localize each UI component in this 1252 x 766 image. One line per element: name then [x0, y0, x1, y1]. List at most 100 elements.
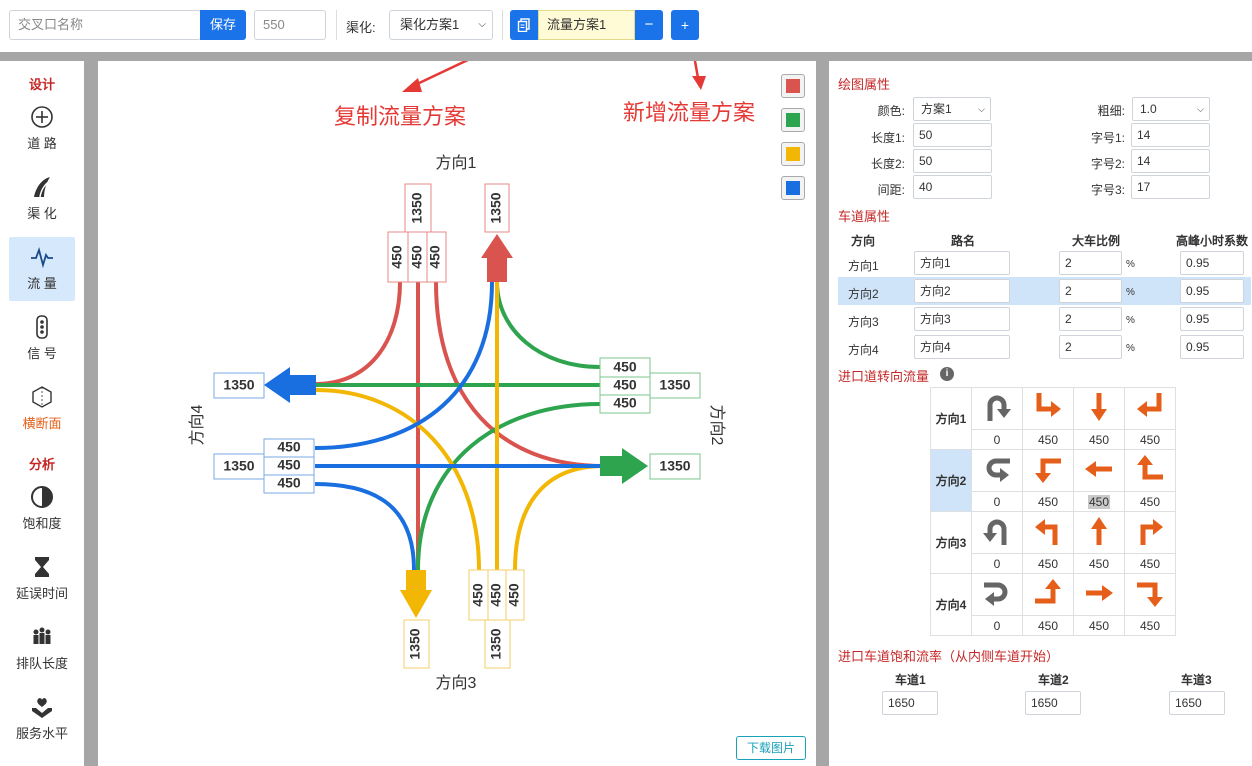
turn-value[interactable]: 450	[1124, 615, 1176, 636]
annotation-arrowhead-copy	[402, 78, 422, 92]
flow-plan-input[interactable]: 流量方案1	[538, 10, 635, 40]
font1-input[interactable]: 14	[1131, 123, 1210, 147]
sidebar-item-cross-section[interactable]: 横断面	[9, 377, 75, 441]
turn-value[interactable]: 450	[1073, 615, 1125, 636]
peak-factor-input[interactable]: 0.95	[1180, 279, 1244, 303]
turn-left-up-icon	[1035, 519, 1058, 545]
dir1-lane-value: 450	[409, 245, 425, 269]
turn-icon-cell	[1073, 573, 1125, 616]
sidebar-item-label: 渠 化	[27, 206, 57, 221]
peak-factor-input[interactable]: 0.95	[1180, 307, 1244, 331]
add-flow-button[interactable]: +	[671, 10, 699, 40]
turn-value[interactable]: 0	[971, 553, 1023, 574]
color-blue-swatch[interactable]	[781, 176, 805, 200]
dir2-entry-total: 1350	[659, 377, 690, 393]
turn-value[interactable]: 450	[1073, 429, 1125, 450]
font1-label: 字号1:	[1090, 131, 1125, 145]
dir2-lane-value: 450	[613, 395, 637, 411]
flow-curve-dir2-right	[495, 281, 601, 369]
intersection-canvas[interactable]: 1350 450 450 450 1350 450 450 450 1350 1…	[98, 61, 816, 766]
color-green-swatch[interactable]	[781, 108, 805, 132]
road-name-input[interactable]: 方向1	[914, 251, 1010, 275]
u-turn-icon	[984, 582, 1008, 606]
lane2-saturation-input[interactable]: 1650	[1025, 691, 1081, 715]
turn-value[interactable]: 450	[1124, 553, 1176, 574]
sidebar-item-road[interactable]: 道 路	[9, 97, 75, 161]
turn-value[interactable]: 450	[1124, 491, 1176, 512]
peak-factor-input[interactable]: 0.95	[1180, 335, 1244, 359]
color-yellow-swatch[interactable]	[781, 142, 805, 166]
direction-label-3: 方向3	[436, 674, 477, 692]
road-name-input[interactable]: 方向3	[914, 307, 1010, 331]
number-input[interactable]: 550	[254, 10, 326, 40]
sidebar-item-label: 道 路	[27, 136, 57, 151]
turn-right-up-icon	[1140, 519, 1163, 545]
spacing-input[interactable]: 40	[913, 175, 992, 199]
truck-ratio-input[interactable]: 2	[1059, 335, 1122, 359]
turn-value[interactable]: 0	[971, 615, 1023, 636]
truck-ratio-input[interactable]: 2	[1059, 279, 1122, 303]
length1-input[interactable]: 50	[913, 123, 992, 147]
flow-pulse-icon	[31, 247, 53, 269]
length2-label: 长度2:	[870, 157, 905, 171]
exit-arrow-dir3	[400, 570, 432, 618]
thickness-label: 粗细:	[1097, 104, 1125, 118]
intersection-name-input[interactable]: 交叉口名称	[9, 10, 201, 40]
intersection-diagram[interactable]: 1350 450 450 450 1350 450 450 450 1350 1…	[98, 61, 816, 766]
sidebar-item-signal[interactable]: 信 号	[9, 307, 75, 371]
sidebar-item-service-level[interactable]: 服务水平	[9, 687, 75, 751]
lane3-saturation-input[interactable]: 1650	[1169, 691, 1225, 715]
color-select[interactable]: 方案1 ⌵	[913, 97, 991, 121]
turn-icon-cell	[1022, 573, 1074, 616]
turn-value[interactable]: 450	[1124, 429, 1176, 450]
sidebar-item-delay[interactable]: 延误时间	[9, 547, 75, 611]
traffic-light-icon	[36, 315, 48, 339]
truck-ratio-input[interactable]: 2	[1059, 307, 1122, 331]
percent-sign: %	[1126, 259, 1135, 270]
truck-ratio-input[interactable]: 2	[1059, 251, 1122, 275]
turn-value[interactable]: 450	[1022, 491, 1074, 512]
header-direction: 方向	[851, 234, 876, 248]
lane-row: 方向1 方向1 2 % 0.95	[838, 249, 1251, 277]
sidebar-item-queue[interactable]: 排队长度	[9, 617, 75, 681]
copy-flow-button[interactable]	[510, 10, 538, 40]
turn-value[interactable]: 450	[1022, 429, 1074, 450]
annotation-arrowhead-add	[692, 76, 706, 90]
dir2-lane-value: 450	[613, 359, 637, 375]
font2-input[interactable]: 14	[1131, 149, 1210, 173]
sidebar-item-channelization[interactable]: 渠 化	[9, 167, 75, 231]
turn-value[interactable]: 450	[1022, 615, 1074, 636]
percent-sign: %	[1126, 287, 1135, 298]
channelization-select[interactable]: 渠化方案1 ⌵	[389, 10, 493, 40]
turn-value[interactable]: 450	[1073, 553, 1125, 574]
lane-direction: 方向1	[848, 259, 879, 273]
turn-value-text: 450	[1087, 494, 1111, 509]
dir1-entry-total: 1350	[409, 192, 425, 223]
turn-value[interactable]: 0	[971, 429, 1023, 450]
sidebar-item-flow[interactable]: 流 量	[9, 237, 75, 301]
turn-value[interactable]: 0	[971, 491, 1023, 512]
download-image-button[interactable]: 下载图片	[736, 736, 806, 760]
road-name-input[interactable]: 方向4	[914, 335, 1010, 359]
lane-row: 方向4 方向4 2 % 0.95	[838, 333, 1251, 361]
exit-arrow-dir1	[481, 234, 513, 282]
dir4-lane-value: 450	[277, 457, 301, 473]
turn-row-label: 方向1	[930, 387, 972, 450]
crosshair-icon	[31, 106, 53, 128]
thickness-select[interactable]: 1.0 ⌵	[1132, 97, 1210, 121]
info-icon[interactable]: i	[940, 367, 954, 381]
road-name-input[interactable]: 方向2	[914, 279, 1010, 303]
font3-input[interactable]: 17	[1131, 175, 1210, 199]
turn-value-selected[interactable]: 450	[1073, 491, 1125, 512]
save-button[interactable]: 保存	[200, 10, 246, 40]
heart-hand-icon	[32, 698, 52, 718]
peak-factor-input[interactable]: 0.95	[1180, 251, 1244, 275]
turn-value[interactable]: 450	[1022, 553, 1074, 574]
color-label: 颜色:	[877, 104, 905, 118]
lane1-saturation-input[interactable]: 1650	[882, 691, 938, 715]
remove-flow-button[interactable]: −	[635, 10, 663, 40]
dir2-exit-total: 1350	[659, 458, 690, 474]
color-red-swatch[interactable]	[781, 74, 805, 98]
length2-input[interactable]: 50	[913, 149, 992, 173]
sidebar-item-saturation[interactable]: 饱和度	[9, 477, 75, 541]
